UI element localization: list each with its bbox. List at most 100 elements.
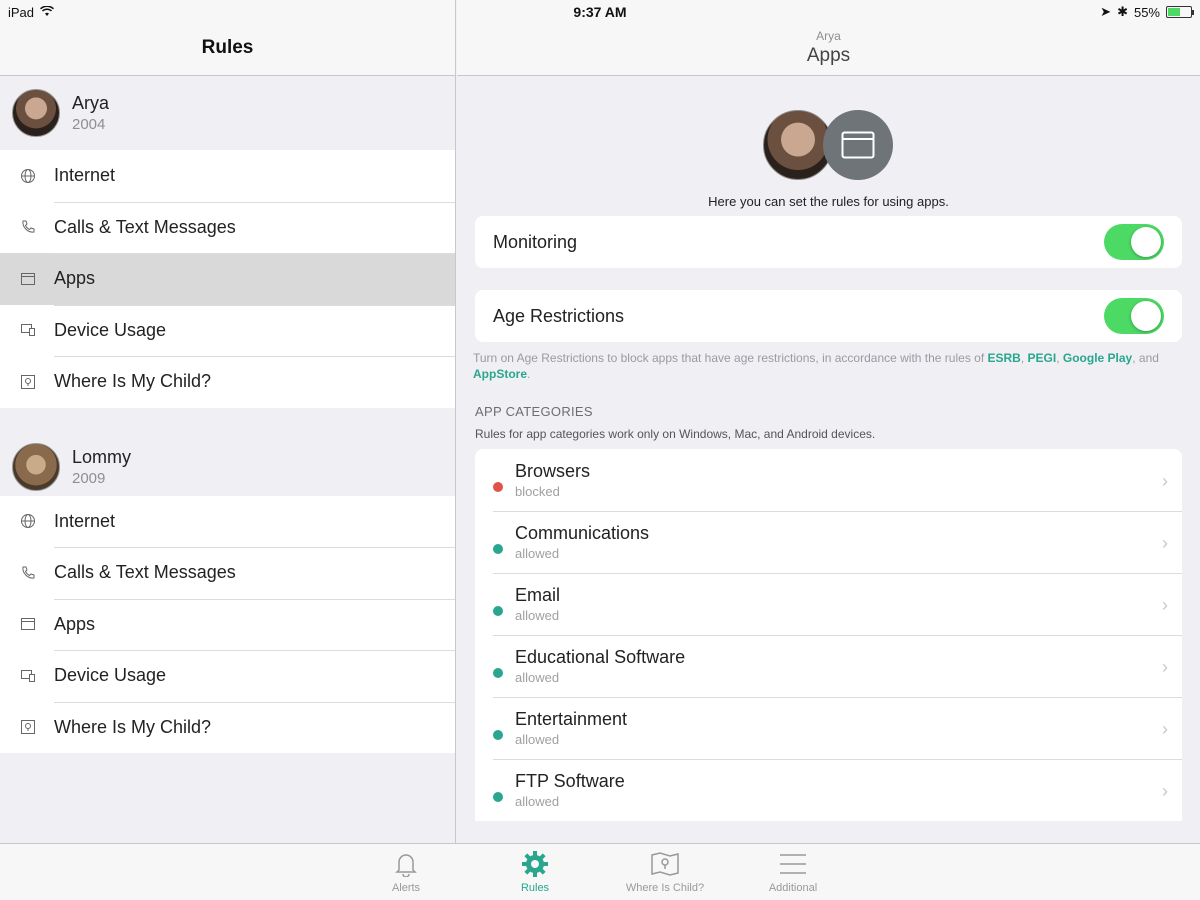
chevron-right-icon: › xyxy=(1162,781,1168,801)
note-separator: , xyxy=(1056,351,1063,365)
note-end: . xyxy=(527,367,531,381)
status-dot xyxy=(493,730,503,740)
esrb-link[interactable]: ESRB xyxy=(988,351,1021,365)
profile-name: Arya xyxy=(72,93,110,113)
gear-icon xyxy=(480,850,590,878)
category-status: allowed xyxy=(515,608,560,623)
category-status: allowed xyxy=(515,732,560,747)
sidebar-item-device-usage[interactable]: Device Usage xyxy=(0,650,455,702)
sidebar-item-label: Apps xyxy=(54,613,96,634)
sidebar-item-label: Calls & Text Messages xyxy=(54,216,236,237)
bell-icon xyxy=(351,850,461,878)
category-row[interactable]: Email allowed › xyxy=(475,573,1182,635)
profile-name: Lommy xyxy=(72,446,132,467)
sidebar: Rules Arya 2004 Internet Calls & Text Me… xyxy=(0,0,456,843)
sidebar-item-label: Device Usage xyxy=(54,319,167,340)
category-row[interactable]: Communications allowed › xyxy=(475,511,1182,573)
sidebar-item-apps[interactable]: Apps xyxy=(0,253,455,305)
tab-label: Alerts xyxy=(391,882,421,894)
sidebar-item-where-is-my-child[interactable]: Where Is My Child? xyxy=(0,701,455,753)
section-title: APP CATEGORIES xyxy=(475,404,593,419)
chevron-right-icon: › xyxy=(1162,657,1168,677)
app-window-icon xyxy=(18,614,38,634)
status-bar: iPad 9:37 AM ➤ ✱ 55% xyxy=(0,0,1200,24)
category-status: allowed xyxy=(515,670,560,685)
pegi-link[interactable]: PEGI xyxy=(1028,351,1057,365)
category-row[interactable]: Entertainment allowed › xyxy=(475,697,1182,759)
category-row[interactable]: Educational Software allowed › xyxy=(475,635,1182,697)
avatar xyxy=(12,89,60,137)
chevron-right-icon: › xyxy=(1162,719,1168,739)
tab-where-is-child[interactable]: Where Is Child? xyxy=(610,850,720,894)
age-restrictions-toggle[interactable] xyxy=(1104,298,1164,334)
sidebar-item-label: Where Is My Child? xyxy=(54,716,212,737)
tab-rules[interactable]: Rules xyxy=(480,850,590,894)
sidebar-item-label: Where Is My Child? xyxy=(54,371,212,392)
header-child-name: Arya xyxy=(816,29,841,43)
bluetooth-icon: ✱ xyxy=(1117,4,1128,19)
category-name: Email xyxy=(515,585,561,605)
category-name: Browsers xyxy=(515,461,591,481)
tab-label: Where Is Child? xyxy=(625,882,705,894)
google-play-link[interactable]: Google Play xyxy=(1063,351,1132,365)
chevron-right-icon: › xyxy=(1162,471,1168,491)
menu-icon xyxy=(738,850,848,878)
tab-bar: Alerts Rules Where Is Child? Additional xyxy=(0,843,1200,900)
monitoring-row: Monitoring xyxy=(475,216,1182,268)
section-subtitle: Rules for app categories work only on Wi… xyxy=(475,427,876,441)
location-icon xyxy=(18,372,38,392)
profile-year: 2004 xyxy=(72,116,106,133)
sidebar-title: Rules xyxy=(201,37,254,58)
hero xyxy=(457,76,1200,204)
chevron-right-icon: › xyxy=(1162,533,1168,553)
main-content: Arya Apps Here you can set the rules for… xyxy=(457,0,1200,843)
category-name: FTP Software xyxy=(515,771,625,791)
monitoring-label: Monitoring xyxy=(493,231,578,252)
tab-alerts[interactable]: Alerts xyxy=(351,850,461,894)
note-text: Turn on Age Restrictions to block apps t… xyxy=(473,351,988,365)
avatar xyxy=(12,442,60,491)
age-restrictions-label: Age Restrictions xyxy=(493,305,625,326)
chevron-right-icon: › xyxy=(1162,595,1168,615)
status-right: ➤ ✱ 55% xyxy=(1100,4,1194,20)
category-name: Educational Software xyxy=(515,647,686,667)
devices-icon xyxy=(18,320,38,340)
status-dot xyxy=(493,544,503,554)
sidebar-item-device-usage[interactable]: Device Usage xyxy=(0,304,455,356)
profile-menu: Internet Calls & Text Messages Apps Devi… xyxy=(0,495,455,753)
globe-icon xyxy=(18,166,38,186)
sidebar-item-apps[interactable]: Apps xyxy=(0,598,455,650)
category-status: allowed xyxy=(515,794,560,809)
status-dot xyxy=(493,482,503,492)
tab-additional[interactable]: Additional xyxy=(738,850,848,894)
sidebar-item-label: Internet xyxy=(54,165,116,186)
category-row[interactable]: FTP Software allowed › xyxy=(475,759,1182,821)
app-window-icon xyxy=(823,110,893,180)
category-name: Entertainment xyxy=(515,709,628,729)
phone-icon xyxy=(18,563,38,583)
sidebar-item-label: Device Usage xyxy=(54,665,167,686)
sidebar-item-internet[interactable]: Internet xyxy=(0,495,455,547)
sidebar-item-where-is-my-child[interactable]: Where Is My Child? xyxy=(0,356,455,408)
profile-menu: Internet Calls & Text Messages Apps Devi… xyxy=(0,150,455,408)
profile-lommy: Lommy 2009 xyxy=(0,437,455,496)
location-arrow-icon: ➤ xyxy=(1100,4,1112,19)
divider xyxy=(0,407,455,438)
appstore-link[interactable]: AppStore xyxy=(473,367,527,381)
category-status: blocked xyxy=(515,484,560,499)
profile-year: 2009 xyxy=(72,469,106,487)
tab-label: Additional xyxy=(768,882,818,894)
clock: 9:37 AM xyxy=(573,4,627,20)
monitoring-toggle[interactable] xyxy=(1104,224,1164,260)
category-status: allowed xyxy=(515,546,560,561)
phone-icon xyxy=(18,217,38,237)
map-icon xyxy=(610,850,720,878)
globe-icon xyxy=(18,511,38,531)
sidebar-item-calls[interactable]: Calls & Text Messages xyxy=(0,201,455,253)
sidebar-item-internet[interactable]: Internet xyxy=(0,150,455,202)
location-icon xyxy=(18,717,38,737)
status-dot xyxy=(493,606,503,616)
sidebar-item-calls[interactable]: Calls & Text Messages xyxy=(0,547,455,599)
battery-percent: 55% xyxy=(1133,4,1160,20)
category-row[interactable]: Browsers blocked › xyxy=(475,449,1182,511)
